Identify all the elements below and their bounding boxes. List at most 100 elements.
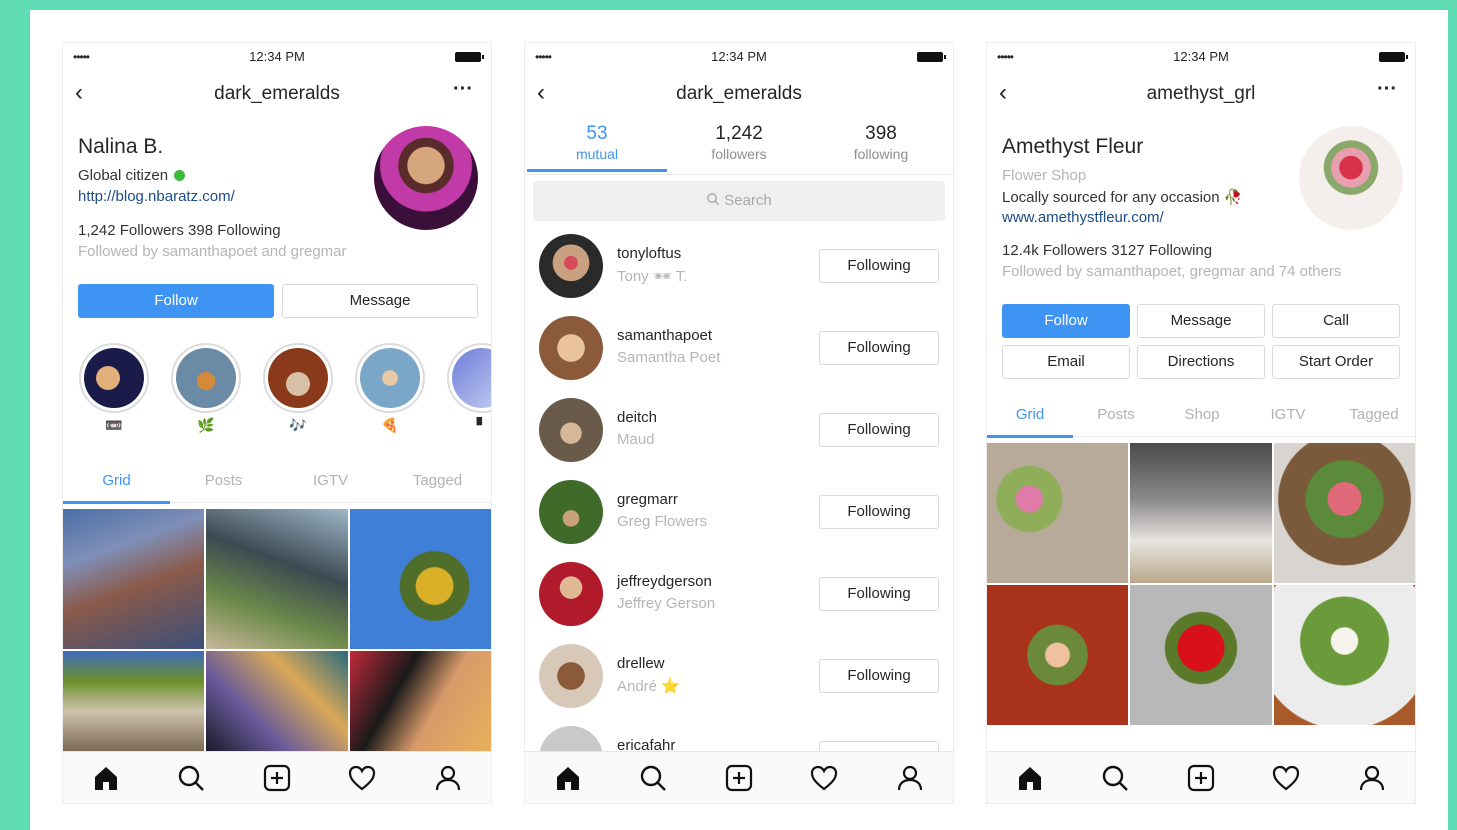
list-item[interactable]: tonyloftus Tony 🕶 T. Following [525,225,953,307]
nav-bar: ‹ dark_emeralds [525,73,953,115]
list-username[interactable]: gregmarr [617,491,678,508]
following-button[interactable]: Following [819,659,939,693]
tab-followers[interactable]: 1,242 followers [669,123,809,162]
tab-posts[interactable]: Posts [170,459,277,503]
tab-posts[interactable]: Posts [1073,393,1159,437]
tab-mutual[interactable]: 53 mutual [527,123,667,172]
profile-name: Amethyst Fleur [1002,135,1144,158]
following-button[interactable]: Following [819,331,939,365]
list-item[interactable]: deitch Maud Following [525,389,953,471]
follow-button[interactable]: Follow [78,284,274,318]
profile-link[interactable]: http://blog.nbaratz.com/ [78,188,235,205]
following-button[interactable]: Following [819,495,939,529]
search-icon[interactable] [176,763,206,793]
profile-icon[interactable] [1357,763,1387,793]
tab-igtv[interactable]: IGTV [1245,393,1331,437]
following-button[interactable]: Following [819,249,939,283]
home-icon[interactable] [1015,763,1045,793]
mutual-count: 53 [586,123,608,144]
avatar[interactable] [374,126,478,230]
avatar[interactable] [1299,126,1403,230]
story-highlight[interactable] [447,343,491,413]
list-item[interactable]: drellew André ⭐ Following [525,635,953,717]
add-post-icon[interactable] [262,763,292,793]
story-highlight[interactable] [79,343,149,413]
grid-photo[interactable] [1273,585,1415,725]
list-username[interactable]: drellew [617,655,665,672]
follower-counts[interactable]: 12.4k Followers 3127 Following [1002,242,1212,259]
search-icon[interactable] [1100,763,1130,793]
grid-photo[interactable] [206,651,348,751]
message-button[interactable]: Message [1137,304,1265,338]
list-username[interactable]: jeffreydgerson [617,573,712,590]
story-highlight[interactable] [355,343,425,413]
follower-counts[interactable]: 1,242 Followers 398 Following [78,222,281,239]
follow-counts-tabs: 53 mutual 1,242 followers 398 following [525,119,953,175]
search-icon[interactable] [638,763,668,793]
tab-tagged[interactable]: Tagged [1331,393,1415,437]
grid-photo[interactable] [1130,443,1272,583]
add-post-icon[interactable] [724,763,754,793]
story-highlight[interactable] [263,343,333,413]
list-username[interactable]: tonyloftus [617,245,681,262]
highlight-label: 📼 [105,417,123,433]
directions-button[interactable]: Directions [1137,345,1265,379]
start-order-button[interactable]: Start Order [1272,345,1400,379]
list-username[interactable]: samanthapoet [617,327,712,344]
search-input[interactable]: Search [533,181,945,221]
avatar[interactable] [539,398,603,462]
tab-igtv[interactable]: IGTV [277,459,384,503]
avatar[interactable] [539,316,603,380]
profile-icon[interactable] [433,763,463,793]
follow-button[interactable]: Follow [1002,304,1130,338]
list-item[interactable]: samanthapoet Samantha Poet Following [525,307,953,389]
avatar[interactable] [539,480,603,544]
following-button[interactable]: Following [819,577,939,611]
tab-grid[interactable]: Grid [987,393,1073,438]
followed-by[interactable]: Followed by samanthapoet and gregmar [78,243,347,260]
photo-grid [63,509,491,751]
heart-icon[interactable] [809,763,839,793]
clock: 12:34 PM [249,49,305,64]
grid-photo[interactable] [349,651,491,751]
grid-photo[interactable] [987,585,1129,725]
grid-photo[interactable] [63,509,205,649]
list-item[interactable]: jeffreydgerson Jeffrey Gerson Following [525,553,953,635]
grid-photo[interactable] [63,651,205,751]
battery-icon [455,52,484,62]
tab-tagged[interactable]: Tagged [384,459,491,503]
grid-photo[interactable] [1130,585,1272,725]
avatar[interactable] [539,562,603,626]
search-placeholder: Search [724,192,772,209]
list-username[interactable]: deitch [617,409,657,426]
heart-icon[interactable] [347,763,377,793]
tab-shop[interactable]: Shop [1159,393,1245,437]
followed-by[interactable]: Followed by samanthapoet, gregmar and 74… [1002,263,1341,280]
heart-icon[interactable] [1271,763,1301,793]
list-item[interactable]: gregmarr Greg Flowers Following [525,471,953,553]
home-icon[interactable] [553,763,583,793]
avatar[interactable] [539,644,603,708]
message-button[interactable]: Message [282,284,478,318]
tab-grid[interactable]: Grid [63,459,170,504]
profile-link[interactable]: www.amethystfleur.com/ [1002,209,1164,226]
grid-photo[interactable] [1273,443,1415,583]
email-button[interactable]: Email [1002,345,1130,379]
grid-photo[interactable] [987,443,1129,583]
story-highlight[interactable] [171,343,241,413]
more-icon[interactable]: ··· [1377,78,1397,101]
following-button[interactable]: Following [819,413,939,447]
profile-icon[interactable] [895,763,925,793]
list-fullname: Jeffrey Gerson [617,595,716,612]
call-button[interactable]: Call [1272,304,1400,338]
grid-photo[interactable] [349,509,491,649]
avatar[interactable] [539,234,603,298]
profile-bio: Locally sourced for any occasion 🥀 [1002,189,1243,206]
tab-following[interactable]: 398 following [811,123,951,162]
followers-screen: ••••• 12:34 PM ‹ dark_emeralds 53 mutual … [524,42,954,804]
add-post-icon[interactable] [1186,763,1216,793]
list-fullname: Samantha Poet [617,349,721,366]
grid-photo[interactable] [206,509,348,649]
more-icon[interactable]: ··· [453,78,473,101]
home-icon[interactable] [91,763,121,793]
